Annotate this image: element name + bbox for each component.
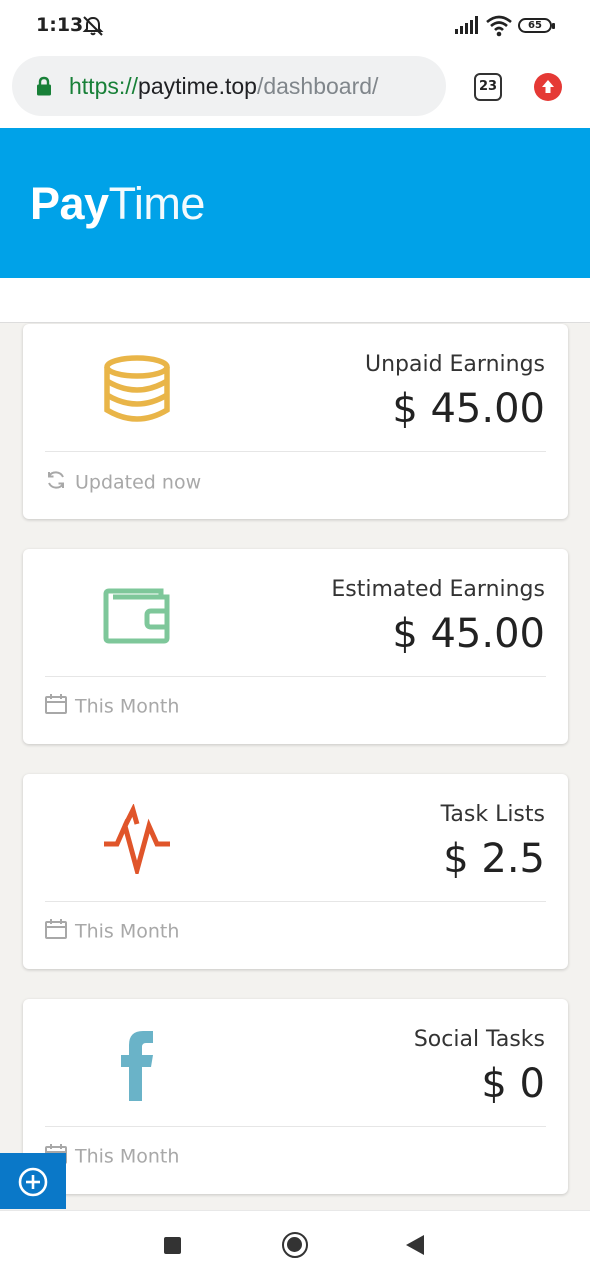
brand-logo[interactable]: PayTime xyxy=(30,178,205,230)
card-title: Task Lists xyxy=(440,802,545,827)
bell-off-icon xyxy=(82,16,104,40)
lock-icon xyxy=(36,76,52,100)
site-header: PayTime xyxy=(0,128,590,278)
system-nav-bar xyxy=(0,1210,590,1281)
back-button[interactable] xyxy=(406,1235,424,1255)
card-estimated-earnings: Estimated Earnings $ 45.00 This Month xyxy=(23,549,568,744)
signal-icon xyxy=(455,16,479,38)
card-title: Unpaid Earnings xyxy=(364,352,545,377)
card-value: $ 0 xyxy=(481,1061,545,1107)
recent-apps-button[interactable] xyxy=(164,1237,181,1254)
card-value: $ 2.5 xyxy=(443,836,545,882)
card-divider xyxy=(45,451,546,452)
card-divider xyxy=(45,676,546,677)
card-social-tasks: Social Tasks $ 0 This Month xyxy=(23,999,568,1194)
card-divider xyxy=(45,901,546,902)
card-footer: Updated now xyxy=(45,469,201,496)
calendar-icon xyxy=(45,694,67,719)
card-unpaid-earnings: Unpaid Earnings $ 45.00 Updated now xyxy=(23,324,568,519)
card-footer-text: This Month xyxy=(75,920,180,943)
card-footer-text: This Month xyxy=(75,695,180,718)
status-time: 1:13 xyxy=(36,14,84,36)
card-footer: This Month xyxy=(45,919,179,944)
tab-switcher-button[interactable]: 23 xyxy=(474,73,502,101)
status-bar: 1:13 65 xyxy=(0,0,590,52)
wallet-icon xyxy=(103,587,171,649)
card-divider xyxy=(45,1126,546,1127)
brand-logo-bold: Pay xyxy=(30,178,109,229)
calendar-icon xyxy=(45,919,67,944)
brand-logo-light: Time xyxy=(108,178,206,229)
wifi-icon xyxy=(486,15,512,41)
address-bar[interactable]: https://paytime.top/dashboard/ xyxy=(12,56,446,116)
coins-icon xyxy=(103,354,171,428)
url-text: https://paytime.top/dashboard/ xyxy=(69,73,378,100)
card-title: Social Tasks xyxy=(413,1027,545,1052)
home-button[interactable] xyxy=(282,1232,308,1258)
card-title: Estimated Earnings xyxy=(331,577,545,602)
update-icon[interactable] xyxy=(534,73,562,101)
browser-toolbar: https://paytime.top/dashboard/ 23 xyxy=(0,52,590,128)
url-path: /dashboard/ xyxy=(256,73,379,99)
battery-icon: 65 xyxy=(518,18,555,33)
floating-add-button[interactable] xyxy=(0,1153,66,1209)
url-host: paytime.top xyxy=(138,73,257,99)
refresh-icon xyxy=(45,469,67,496)
pulse-icon xyxy=(103,803,171,880)
header-strip xyxy=(0,278,590,323)
card-value: $ 45.00 xyxy=(392,386,545,432)
url-scheme: https:// xyxy=(69,73,139,99)
plus-circle-icon xyxy=(18,1167,48,1197)
card-value: $ 45.00 xyxy=(392,611,545,657)
facebook-icon xyxy=(119,1029,159,1105)
card-task-lists: Task Lists $ 2.5 This Month xyxy=(23,774,568,969)
card-footer: This Month xyxy=(45,694,179,719)
card-footer-text: Updated now xyxy=(75,471,202,494)
card-footer-text: This Month xyxy=(75,1145,180,1168)
